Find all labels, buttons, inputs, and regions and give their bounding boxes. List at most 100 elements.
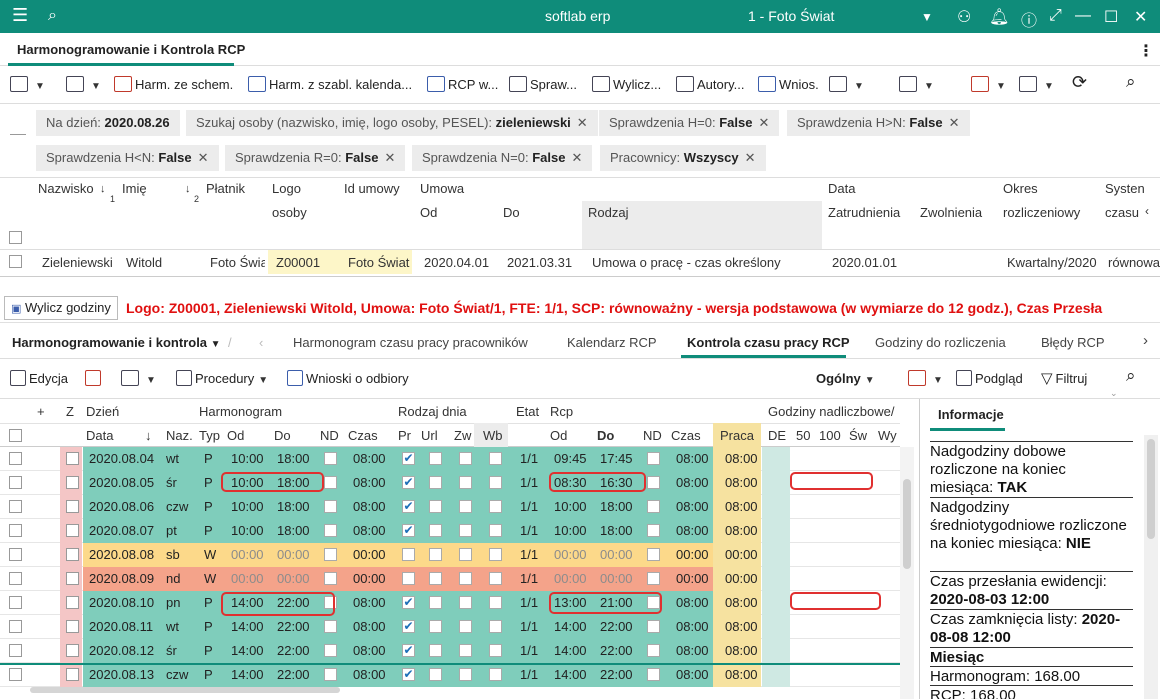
podglad-button[interactable]: Podgląd bbox=[956, 370, 1023, 390]
col-nazwisko[interactable]: Nazwisko bbox=[38, 181, 94, 196]
url-checkbox[interactable] bbox=[429, 620, 442, 633]
col-nd[interactable]: ND bbox=[320, 428, 339, 443]
url-checkbox[interactable] bbox=[429, 644, 442, 657]
pr-checkbox[interactable]: ✔ bbox=[402, 476, 415, 489]
tab-kontrola-czasu[interactable]: Kontrola czasu pracy RCP bbox=[687, 335, 850, 350]
more-options-icon[interactable]: ⋮ bbox=[1138, 41, 1154, 61]
row-checkbox[interactable] bbox=[9, 476, 22, 489]
row-checkbox[interactable] bbox=[9, 572, 22, 585]
rcp-nd-checkbox[interactable] bbox=[647, 548, 660, 561]
bell-icon[interactable]: 🔔︎ bbox=[989, 7, 1009, 27]
help-icon[interactable]: ⓘ bbox=[1021, 7, 1037, 31]
wb-checkbox[interactable] bbox=[489, 596, 502, 609]
url-checkbox[interactable] bbox=[429, 548, 442, 561]
row-checkbox[interactable] bbox=[9, 524, 22, 537]
nd-checkbox[interactable] bbox=[324, 668, 337, 681]
info-scrollbar-thumb[interactable] bbox=[1147, 439, 1155, 539]
nd-checkbox[interactable] bbox=[324, 500, 337, 513]
select-all-checkbox[interactable] bbox=[9, 429, 22, 442]
rcp-nd-checkbox[interactable] bbox=[647, 476, 660, 489]
print-button-2[interactable]: ▼ bbox=[121, 370, 156, 390]
z-checkbox[interactable] bbox=[66, 452, 79, 465]
remove-filter-icon[interactable]: ✕ bbox=[198, 150, 209, 165]
nd-checkbox[interactable] bbox=[324, 620, 337, 633]
col-system[interactable]: Systen bbox=[1105, 181, 1145, 196]
col-50[interactable]: 50 bbox=[796, 428, 810, 443]
col-logo[interactable]: Logo bbox=[272, 181, 301, 196]
col-umowa-od[interactable]: Od bbox=[420, 205, 437, 220]
table-row[interactable]: 2020.08.07 pt P 10:00 18:00 08:00 ✔ 1/1 10:00 18:… bbox=[0, 519, 900, 543]
col-praca[interactable]: Praca bbox=[720, 428, 754, 443]
col-id-umowy[interactable]: Id umowy bbox=[344, 181, 400, 196]
row-checkbox[interactable] bbox=[9, 548, 22, 561]
remove-filter-icon[interactable]: ✕ bbox=[384, 150, 395, 165]
nd-checkbox[interactable] bbox=[324, 548, 337, 561]
col-rcp-nd[interactable]: ND bbox=[643, 428, 662, 443]
pr-checkbox[interactable] bbox=[402, 548, 415, 561]
table-row[interactable]: 2020.08.04 wt P 10:00 18:00 08:00 ✔ 1/1 09:45 17:… bbox=[0, 447, 900, 471]
sort-arrow-icon[interactable]: ↓ bbox=[185, 183, 191, 195]
row-checkbox[interactable] bbox=[9, 668, 22, 681]
pr-checkbox[interactable]: ✔ bbox=[402, 620, 415, 633]
export-button[interactable]: ▼ bbox=[899, 76, 934, 96]
zw-checkbox[interactable] bbox=[459, 572, 472, 585]
table-row[interactable]: 2020.08.09 nd W 00:00 00:00 00:00 1/1 00:00 00:0… bbox=[0, 567, 900, 591]
z-checkbox[interactable] bbox=[66, 668, 79, 681]
col-z[interactable]: Z bbox=[66, 404, 74, 419]
chevron-down-icon[interactable]: ▼ bbox=[921, 10, 933, 24]
rcp-nd-checkbox[interactable] bbox=[647, 500, 660, 513]
search-icon[interactable]: ⌕ bbox=[1126, 367, 1136, 387]
z-checkbox[interactable] bbox=[66, 644, 79, 657]
table-row[interactable]: 2020.08.11 wt P 14:00 22:00 08:00 ✔ 1/1 14:00 22:… bbox=[0, 615, 900, 639]
close-icon[interactable]: ✕ bbox=[1134, 7, 1147, 27]
autoryzacja-button[interactable]: Autory... bbox=[676, 76, 744, 96]
scroll-right-icon[interactable]: ‹ bbox=[1145, 204, 1149, 218]
restore-icon[interactable]: ⤢ bbox=[1049, 7, 1062, 25]
z-checkbox[interactable] bbox=[66, 620, 79, 633]
wnioski-button[interactable]: Wnios. bbox=[758, 76, 819, 96]
z-checkbox[interactable] bbox=[66, 476, 79, 489]
table-row[interactable]: 2020.08.10 pn P 14:00 22:00 08:00 ✔ 1/1 13:00 21:… bbox=[0, 591, 900, 615]
z-checkbox[interactable] bbox=[66, 500, 79, 513]
url-checkbox[interactable] bbox=[429, 668, 442, 681]
wnioski-odbiory-button[interactable]: Wnioski o odbiory bbox=[287, 370, 409, 390]
filter-chip-pracownicy[interactable]: Pracownicy: Wszyscy ✕ bbox=[600, 145, 766, 171]
url-checkbox[interactable] bbox=[429, 596, 442, 609]
rcp-nd-checkbox[interactable] bbox=[647, 452, 660, 465]
wb-checkbox[interactable] bbox=[489, 572, 502, 585]
zw-checkbox[interactable] bbox=[459, 620, 472, 633]
remove-filter-icon[interactable]: ✕ bbox=[577, 115, 588, 130]
wb-checkbox[interactable] bbox=[489, 668, 502, 681]
scroll-tabs-right-icon[interactable]: › bbox=[1143, 332, 1148, 349]
filter-chip-n0[interactable]: Sprawdzenia N=0: False ✕ bbox=[412, 145, 593, 171]
harm-ze-schem-button[interactable]: Harm. ze schem. bbox=[114, 76, 233, 96]
wb-checkbox[interactable] bbox=[489, 476, 502, 489]
zw-checkbox[interactable] bbox=[459, 500, 472, 513]
filter-chip-r0[interactable]: Sprawdzenia R=0: False ✕ bbox=[225, 145, 406, 171]
info-tab[interactable]: Informacje bbox=[938, 407, 1004, 422]
z-checkbox[interactable] bbox=[66, 572, 79, 585]
nd-checkbox[interactable] bbox=[324, 476, 337, 489]
hamburger-menu-icon[interactable]: ☰ bbox=[12, 5, 28, 26]
url-checkbox[interactable] bbox=[429, 524, 442, 537]
wb-checkbox[interactable] bbox=[489, 452, 502, 465]
row-checkbox[interactable] bbox=[9, 596, 22, 609]
col-okres[interactable]: Okres bbox=[1003, 181, 1038, 196]
col-sw[interactable]: Św bbox=[849, 428, 867, 443]
settings-button[interactable]: ▼ bbox=[66, 76, 101, 96]
print-button[interactable]: ▼ bbox=[10, 76, 45, 96]
tab-harmonogram[interactable]: Harmonogram czasu pracy pracowników bbox=[293, 335, 528, 350]
nd-checkbox[interactable] bbox=[324, 572, 337, 585]
url-checkbox[interactable] bbox=[429, 476, 442, 489]
zw-checkbox[interactable] bbox=[459, 476, 472, 489]
col-czas[interactable]: Czas bbox=[348, 428, 378, 443]
wylicz-button[interactable]: Wylicz... bbox=[592, 76, 661, 96]
col-zw[interactable]: Zw bbox=[454, 428, 471, 443]
filter-chip-h0[interactable]: Sprawdzenia H=0: False ✕ bbox=[599, 110, 780, 136]
row-checkbox[interactable] bbox=[9, 644, 22, 657]
zw-checkbox[interactable] bbox=[459, 668, 472, 681]
col-de[interactable]: DE bbox=[768, 428, 786, 443]
url-checkbox[interactable] bbox=[429, 500, 442, 513]
scroll-tabs-left-icon[interactable]: ‹ bbox=[259, 335, 263, 350]
zw-checkbox[interactable] bbox=[459, 524, 472, 537]
